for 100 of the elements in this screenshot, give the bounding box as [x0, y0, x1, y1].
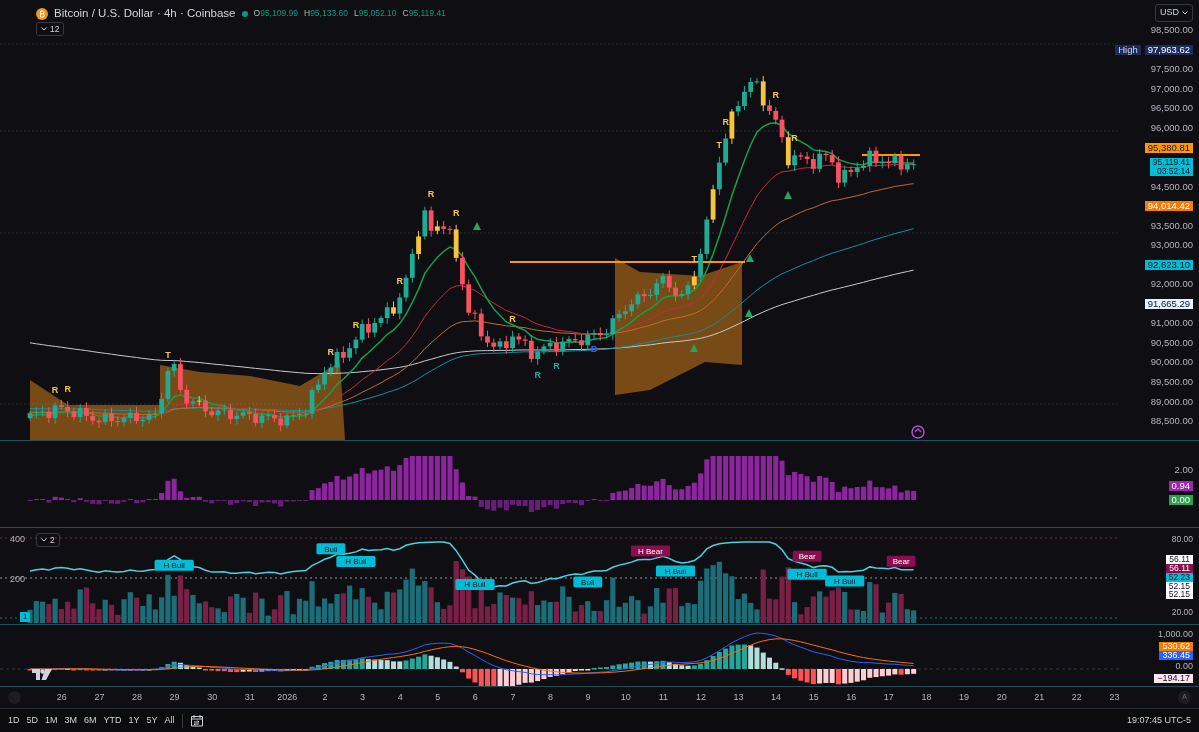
time-axis-label: 31	[243, 690, 256, 704]
range-button[interactable]: All	[164, 713, 175, 728]
signal-label: H Bull	[655, 565, 696, 577]
high-label: High	[1115, 44, 1141, 55]
axis-tick-label: 90,500.00	[1150, 335, 1193, 350]
price-tag: 52.15	[1165, 581, 1193, 591]
time-axis-label: 11	[657, 690, 669, 704]
time-axis-label: 28	[130, 690, 143, 704]
range-button[interactable]: 1D	[8, 713, 20, 728]
time-axis-label: 27	[93, 690, 106, 704]
price-tag: 92,623.10	[1144, 259, 1193, 270]
axis-tick-label: 98,500.00	[1150, 23, 1193, 38]
time-axis-label: 8	[547, 690, 554, 704]
signal-label: H Bull	[787, 568, 827, 580]
time-axis-label: 17	[882, 690, 895, 704]
signal-letter: T	[716, 139, 723, 150]
price-tag: 530.62	[1159, 641, 1193, 651]
range-button[interactable]: YTD	[103, 713, 122, 728]
price-tag: 95,380.81	[1144, 142, 1193, 153]
axis-tick-label: 88,500.00	[1150, 414, 1193, 429]
price-tag: 0.94	[1168, 481, 1193, 492]
symbol-title: Bitcoin / U.S. Dollar · 4h · Coinbase	[54, 6, 236, 21]
signal-letter: R	[327, 346, 335, 357]
signal-letter: R	[509, 313, 516, 324]
time-axis-label: 20	[995, 690, 1008, 704]
time-axis-label: 4	[396, 690, 404, 704]
price-tag: −194.17	[1154, 673, 1193, 684]
axis-tick-label: 96,500.00	[1150, 101, 1193, 116]
axis-tick-label: 89,500.00	[1150, 375, 1193, 389]
range-button[interactable]: 5D	[26, 713, 39, 728]
time-axis-label: 23	[1108, 690, 1121, 704]
ohlc-value: 95,133.60	[310, 8, 348, 19]
ohlc-label: C	[402, 8, 409, 19]
time-axis-label: 10	[619, 690, 632, 704]
price-tag: 52.23	[1165, 572, 1193, 582]
time-axis-label: 19	[958, 690, 971, 704]
axis-tick-label: 96,000.00	[1150, 120, 1193, 135]
axis-tick-label: 80.00	[1171, 534, 1193, 544]
ohlc-value: 95,052.10	[358, 8, 397, 19]
signal-letter: R	[722, 116, 729, 127]
axis-tick-label: 200	[10, 574, 26, 584]
axis-tick-label: 93,500.00	[1150, 218, 1193, 233]
signal-label: Bear	[886, 555, 916, 567]
ohlc-value: 95,109.99	[260, 8, 298, 19]
range-button[interactable]: 5Y	[146, 713, 158, 728]
time-axis-label: 21	[1033, 690, 1046, 704]
ohlc-value: 95,119.41	[408, 8, 446, 19]
signal-label: Bull	[316, 543, 346, 555]
collapse-indicators-button[interactable]: 12	[36, 22, 65, 36]
axis-tick-label: 20.00	[1171, 607, 1193, 618]
time-axis-label: 9	[584, 690, 592, 704]
signal-label: H Bull	[455, 579, 495, 591]
axis-tick-label: 91,000.00	[1150, 316, 1193, 331]
currency-dropdown[interactable]: USD	[1155, 4, 1193, 22]
signal-label: H Bull	[336, 555, 376, 567]
time-axis-label: 12	[694, 690, 707, 704]
range-button[interactable]: 1Y	[128, 713, 140, 728]
price-tag: 56.11	[1166, 563, 1193, 573]
price-tag: 91,665.29	[1144, 298, 1193, 309]
time-axis-label: 22	[1070, 690, 1083, 704]
signal-letter: R	[51, 385, 59, 396]
signal-label: Bear	[792, 550, 822, 562]
time-axis-label: 14	[770, 690, 783, 704]
axis-tick-label: 97,000.00	[1150, 81, 1193, 96]
collapse-indicators-button[interactable]: 2	[36, 533, 60, 547]
price-tag: 336.45	[1159, 650, 1193, 661]
high-price-label: 97,963.62	[1144, 44, 1193, 55]
time-axis-label: 16	[845, 690, 858, 704]
signal-letter: R	[64, 384, 71, 395]
clock-text: 19:07:45 UTC-5	[1126, 713, 1191, 727]
signal-letter: T	[165, 350, 171, 361]
signal-letter: R	[534, 369, 541, 380]
axis-tick-label: 89,000.00	[1150, 394, 1193, 409]
signal-label: H Bear	[630, 545, 671, 557]
range-button[interactable]: 3M	[64, 713, 78, 728]
signal-label: Bull	[573, 576, 603, 588]
ohlc-label: H	[304, 8, 311, 19]
time-axis-label: 7	[509, 690, 517, 704]
signal-letter: R	[553, 360, 560, 371]
range-button[interactable]: 1M	[45, 713, 58, 728]
signal-letter: R	[427, 189, 435, 200]
price-tag: 95,119.41 03:52:14	[1149, 158, 1193, 176]
signal-letter: R	[352, 319, 360, 330]
price-tag: 0.00	[1168, 495, 1193, 506]
signal-letter: R	[396, 276, 403, 287]
range-button[interactable]: 6M	[84, 713, 97, 728]
price-tag: 56.11	[1166, 554, 1193, 564]
signal-letter: R	[791, 133, 798, 144]
axis-tick-label: 90,000.00	[1150, 355, 1193, 370]
time-axis-label: 26	[55, 690, 68, 704]
time-axis-label: 6	[471, 690, 479, 704]
time-axis-label: 3	[359, 690, 367, 704]
signal-letter: R	[452, 207, 460, 218]
signal-letter: R	[772, 90, 779, 101]
axis-tick-label: 94,500.00	[1150, 179, 1193, 194]
time-axis-label: 5	[434, 690, 442, 704]
time-axis-label: 13	[732, 690, 745, 704]
time-axis-label: 2	[321, 690, 329, 704]
time-axis-label: 29	[168, 690, 181, 704]
axis-tick-label: 93,000.00	[1150, 238, 1193, 253]
